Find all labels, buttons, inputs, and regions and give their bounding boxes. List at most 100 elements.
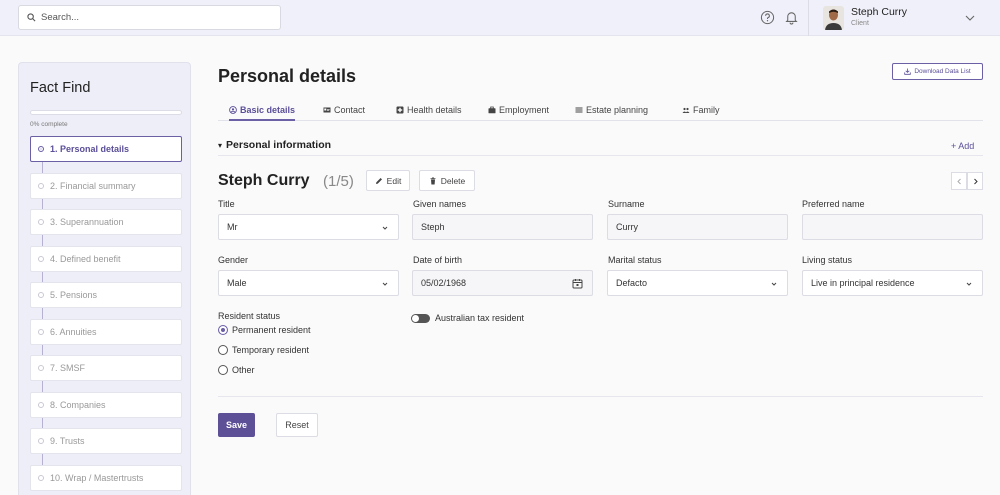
delete-label: Delete [440,175,466,186]
person-count: (1/5) [323,173,354,190]
radio-icon [218,365,228,375]
people-icon [682,107,690,113]
download-data-list-button[interactable]: Download Data List [892,63,983,80]
tab-label: Basic details [240,104,296,115]
sidebar-step-wrap-mastertrusts[interactable]: 10. Wrap / Mastertrusts [30,465,182,491]
given-names-field[interactable]: Steph [412,214,593,240]
surname-label: Surname [608,199,645,209]
tab-label: Family [693,105,720,115]
dob-field[interactable]: 05/02/1968 [412,270,593,296]
sidebar-step-trusts[interactable]: 9. Trusts [30,428,182,454]
sidebar-step-pensions[interactable]: 5. Pensions [30,282,182,308]
preferred-name-field[interactable] [802,214,983,240]
bell-icon[interactable] [783,9,800,26]
given-names-label: Given names [413,199,467,209]
edit-button[interactable]: Edit [366,170,410,191]
marital-status-label: Marital status [608,255,662,265]
dob-label: Date of birth [413,255,463,265]
tab-basic-details[interactable]: Basic details [229,100,296,121]
search-icon [27,13,36,22]
prev-record-button[interactable] [951,172,967,190]
toggle-switch [411,313,430,323]
tab-label: Estate planning [586,105,649,115]
title-select[interactable]: Mr [218,214,399,240]
next-record-button[interactable] [967,172,983,190]
user-role: Client [851,20,869,27]
tab-label: Contact [334,105,366,115]
radio-temporary-resident[interactable]: Temporary resident [218,345,309,355]
marital-status-select[interactable]: Defacto [607,270,788,296]
section-title: Personal information [226,139,332,151]
radio-other[interactable]: Other [218,365,255,375]
radio-label: Permanent resident [232,325,311,335]
sidebar-step-annuities[interactable]: 6. Annuities [30,319,182,345]
australian-tax-resident-toggle[interactable]: Australian tax resident [411,313,524,323]
reset-button[interactable]: Reset [276,413,318,437]
surname-field[interactable]: Curry [607,214,788,240]
calendar-icon[interactable] [572,278,583,289]
fact-find-sidebar: Fact Find 0% complete 1. Personal detail… [18,62,191,495]
sidebar-step-defined-benefit[interactable]: 4. Defined benefit [30,246,182,272]
tab-health-details[interactable]: Health details [396,100,462,120]
step-status-icon [38,292,44,298]
gender-label: Gender [218,255,249,265]
sidebar-step-financial-summary[interactable]: 2. Financial summary [30,173,182,199]
tab-estate-planning[interactable]: Estate planning [575,100,648,120]
gender-select[interactable]: Male [218,270,399,296]
chevron-down-icon [771,282,777,286]
tab-contact[interactable]: Contact [323,100,365,120]
sidebar-step-smsf[interactable]: 7. SMSF [30,355,182,381]
topbar-divider [808,0,809,36]
step-status-icon [38,329,44,335]
tab-employment[interactable]: Employment [488,100,549,120]
briefcase-icon [488,106,496,114]
pencil-icon [375,177,382,184]
radio-icon [218,345,228,355]
radio-permanent-resident[interactable]: Permanent resident [218,325,311,335]
chevron-down-icon [382,226,388,230]
title-value: Mr [227,222,238,232]
section-personal-information[interactable]: ▾ Personal information [218,139,331,151]
sidebar-step-superannuation[interactable]: 3. Superannuation [30,209,182,235]
step-label: 1. Personal details [50,144,130,154]
page-title: Personal details [218,66,357,86]
toggle-label: Australian tax resident [435,313,525,323]
tab-bar: Basic details Contact Health details Emp… [218,96,983,121]
edit-label: Edit [386,175,402,186]
id-card-icon [323,107,331,113]
save-button[interactable]: Save [218,413,255,437]
sidebar-step-companies[interactable]: 8. Companies [30,392,182,418]
step-label: 10. Wrap / Mastertrusts [50,473,144,483]
marital-status-value: Defacto [616,278,648,288]
trash-icon [430,177,436,184]
add-link[interactable]: + Add [951,141,974,151]
section-divider [218,155,983,156]
avatar[interactable] [823,6,844,30]
step-status-icon [38,365,44,371]
delete-button[interactable]: Delete [419,170,475,191]
step-label: 7. SMSF [50,363,86,373]
chevron-down-icon[interactable] [963,11,977,25]
tab-family[interactable]: Family [682,100,720,120]
caret-down-icon: ▾ [218,141,223,150]
surname-value: Curry [616,222,638,232]
top-bar: Steph Curry Client [0,0,1000,36]
step-label: 3. Superannuation [50,217,124,227]
sidebar-title: Fact Find [30,80,91,96]
radio-label: Temporary resident [232,345,310,355]
step-label: 6. Annuities [50,327,97,337]
living-status-value: Live in principal residence [811,278,915,288]
chevron-right-icon [973,178,978,184]
given-names-value: Steph [421,222,445,232]
medical-cross-icon [396,106,404,114]
step-label: 4. Defined benefit [50,254,121,264]
living-status-select[interactable]: Live in principal residence [802,270,983,296]
search-box[interactable] [18,5,281,30]
chevron-down-icon [966,282,972,286]
help-icon[interactable] [759,9,776,26]
user-circle-icon [229,105,237,114]
search-input[interactable] [41,12,271,23]
sidebar-step-personal-details[interactable]: 1. Personal details [30,136,182,162]
step-status-icon [38,438,44,444]
dob-value: 05/02/1968 [421,278,467,288]
